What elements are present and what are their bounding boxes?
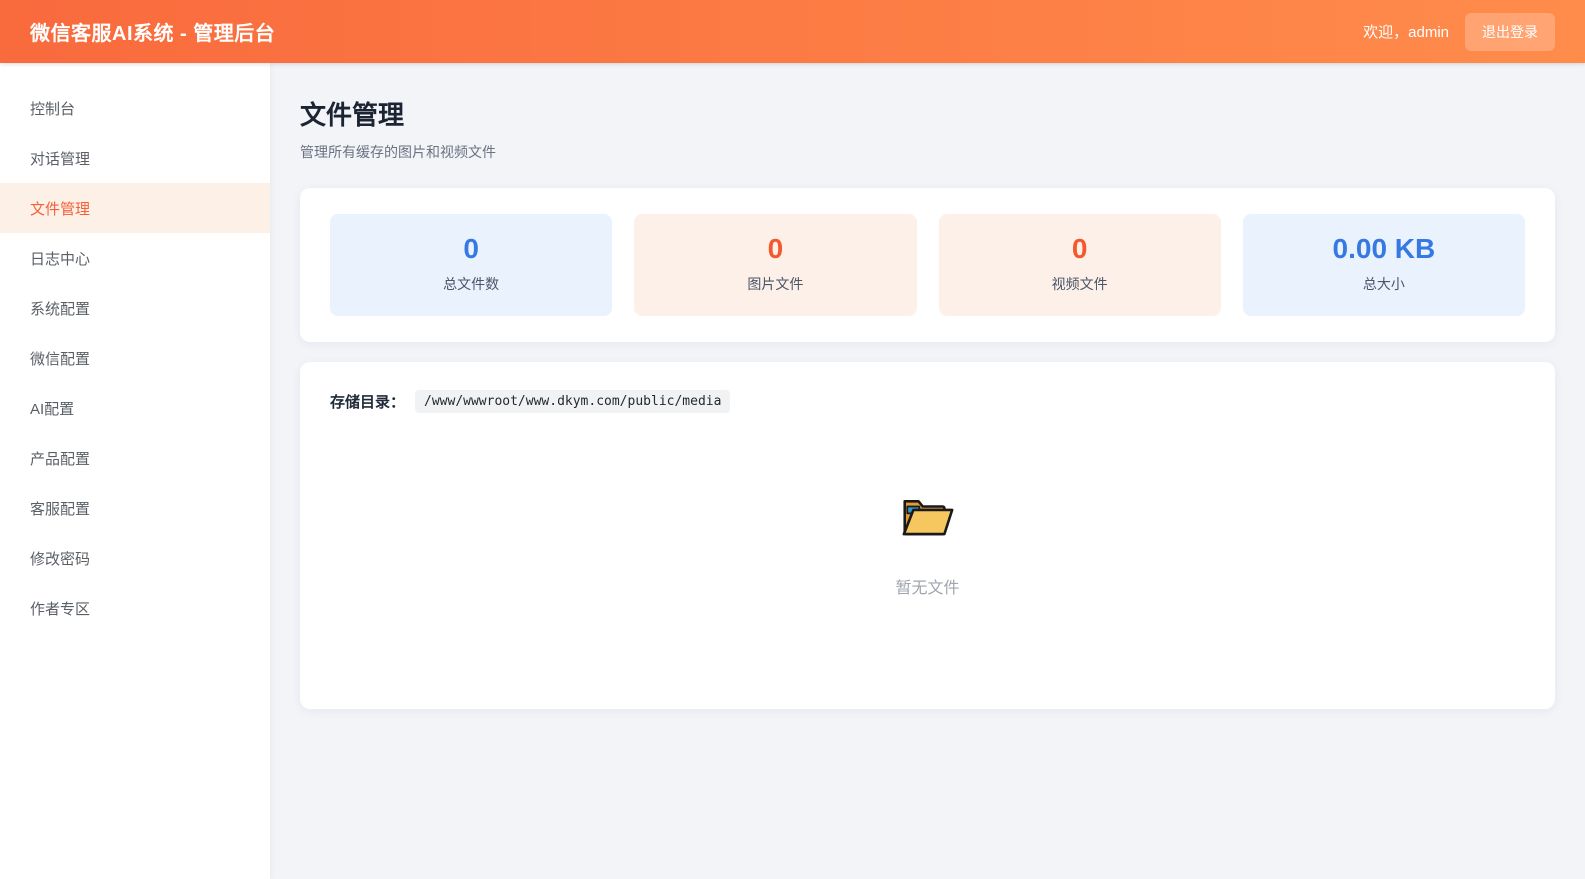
sidebar: 控制台 对话管理 文件管理 日志中心 系统配置 微信配置 AI配置 产品配置 客…	[0, 63, 270, 879]
sidebar-item-console[interactable]: 控制台	[0, 83, 270, 133]
sidebar-item-system-config[interactable]: 系统配置	[0, 283, 270, 333]
stat-total-size-label: 总大小	[1362, 276, 1405, 292]
storage-directory-row: 存储目录： /www/wwwroot/www.dkym.com/public/m…	[330, 390, 1525, 413]
storage-directory-path: /www/wwwroot/www.dkym.com/public/media	[415, 390, 731, 413]
welcome-text: 欢迎，admin	[1363, 24, 1449, 41]
header-right: 欢迎，admin 退出登录	[1363, 12, 1555, 51]
page-subtitle: 管理所有缓存的图片和视频文件	[300, 144, 496, 160]
stat-total-files-value: 0	[463, 233, 479, 264]
app-title: 微信客服AI系统 - 管理后台	[30, 23, 276, 45]
stats-card: 0 总文件数 0 图片文件 0 视频文件 0.00 KB 总大小	[300, 188, 1555, 342]
app-header: 微信客服AI系统 - 管理后台 欢迎，admin 退出登录	[0, 0, 1585, 63]
sidebar-item-product-config[interactable]: 产品配置	[0, 433, 270, 483]
stat-total-size-value: 0.00 KB	[1332, 233, 1436, 264]
stat-total-size: 0.00 KB 总大小	[1242, 214, 1525, 316]
stat-total-files-label: 总文件数	[443, 276, 500, 292]
stat-video-files: 0 视频文件	[938, 214, 1221, 316]
stat-image-files-label: 图片文件	[747, 276, 804, 292]
main-content: 文件管理 管理所有缓存的图片和视频文件 0 总文件数 0 图片文件 0 视频文件…	[270, 63, 1585, 879]
stat-total-files: 0 总文件数	[330, 214, 613, 316]
sidebar-item-service-config[interactable]: 客服配置	[0, 483, 270, 533]
empty-state-text: 暂无文件	[895, 580, 960, 597]
files-card: 存储目录： /www/wwwroot/www.dkym.com/public/m…	[300, 362, 1555, 709]
sidebar-item-ai-config[interactable]: AI配置	[0, 383, 270, 433]
page-title: 文件管理	[300, 100, 405, 130]
stat-image-files: 0 图片文件	[634, 214, 917, 316]
sidebar-item-log-center[interactable]: 日志中心	[0, 233, 270, 283]
sidebar-item-conversations[interactable]: 对话管理	[0, 133, 270, 183]
stat-video-files-value: 0	[1071, 233, 1088, 264]
stat-image-files-value: 0	[767, 233, 784, 264]
sidebar-item-change-password[interactable]: 修改密码	[0, 533, 270, 583]
sidebar-item-file-management[interactable]: 文件管理	[0, 183, 270, 233]
logout-button[interactable]: 退出登录	[1465, 12, 1555, 51]
sidebar-item-wechat-config[interactable]: 微信配置	[0, 333, 270, 383]
open-folder-icon	[900, 491, 956, 541]
storage-directory-label: 存储目录：	[330, 394, 406, 411]
empty-state: 暂无文件	[330, 491, 1525, 598]
stat-video-files-label: 视频文件	[1051, 276, 1108, 292]
sidebar-item-author-zone[interactable]: 作者专区	[0, 583, 270, 633]
